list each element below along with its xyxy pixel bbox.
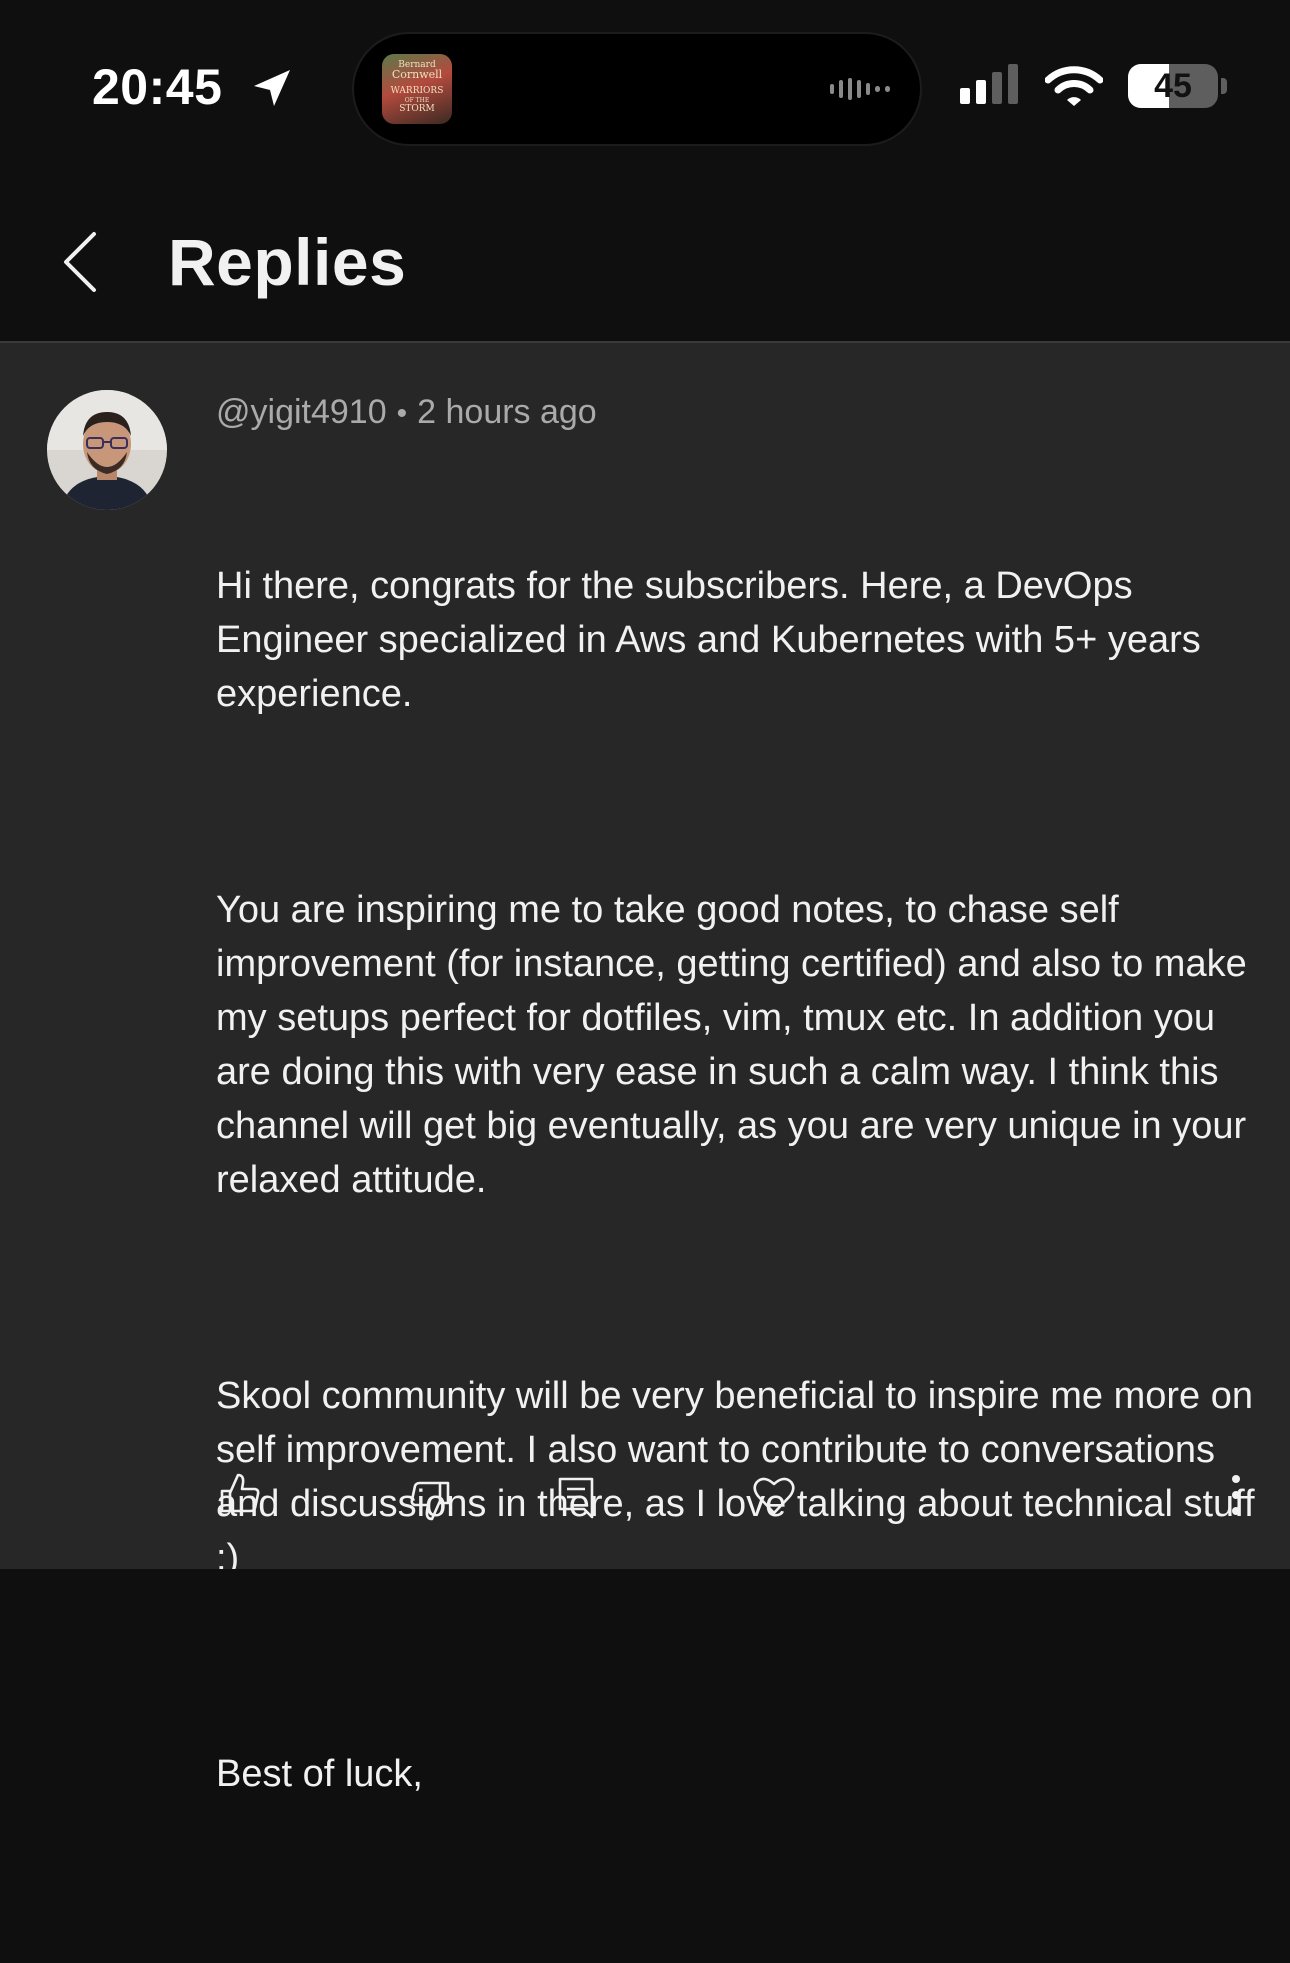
cellular-signal-icon: [960, 64, 1018, 104]
comment-meta: @yigit4910 • 2 hours ago: [216, 393, 597, 432]
heart-icon: [752, 1477, 796, 1521]
app-header: Replies: [0, 170, 1290, 343]
album-art[interactable]: Bernard Cornwell WARRIORS OF THE STORM: [382, 54, 452, 124]
wifi-icon: [1044, 66, 1104, 113]
album-art-line: STORM: [399, 104, 435, 114]
comment-card: @yigit4910 • 2 hours ago Hi there, congrat…: [0, 343, 1290, 1795]
dislike-button[interactable]: [408, 1479, 452, 1528]
back-button[interactable]: [58, 228, 106, 296]
status-time: 20:45: [92, 59, 223, 115]
reply-comment-icon: [556, 1477, 596, 1523]
comment-actions: [0, 1471, 1290, 1531]
comment-paragraph: Best of luck,: [216, 1753, 423, 1795]
chevron-left-icon: [58, 232, 106, 300]
dynamic-island[interactable]: Bernard Cornwell WARRIORS OF THE STORM: [352, 32, 922, 146]
avatar[interactable]: [47, 390, 167, 510]
comment-paragraph: Hi there, congrats for the subscribers. …: [216, 565, 1212, 715]
battery-percent: 45: [1154, 67, 1192, 105]
like-button[interactable]: [218, 1471, 262, 1520]
bottom-area: [0, 1569, 1290, 1661]
reply-button[interactable]: [556, 1475, 596, 1524]
comment-body: Hi there, congrats for the subscribers. …: [216, 451, 1266, 1963]
battery-indicator: 45: [1128, 64, 1218, 108]
thumbs-up-icon: [218, 1473, 262, 1519]
thumbs-down-icon: [408, 1481, 452, 1527]
heart-button[interactable]: [752, 1473, 796, 1522]
battery-tip: [1221, 78, 1227, 94]
audio-waveform-icon: [830, 78, 890, 100]
page-title: Replies: [168, 225, 407, 299]
comment-author[interactable]: @yigit4910: [216, 393, 387, 431]
meta-separator: •: [396, 397, 408, 430]
more-vertical-icon: [1222, 1475, 1250, 1521]
more-button[interactable]: [1222, 1473, 1250, 1522]
album-art-line: Cornwell: [391, 68, 443, 81]
album-art-line: WARRIORS: [390, 86, 444, 96]
comment-paragraph: You are inspiring me to take good notes,…: [216, 889, 1258, 1201]
status-bar: 20:45 Bernard Cornwell WARRIORS OF THE S…: [0, 0, 1290, 170]
location-arrow-icon: [250, 66, 294, 115]
comment-time: 2 hours ago: [417, 393, 597, 431]
